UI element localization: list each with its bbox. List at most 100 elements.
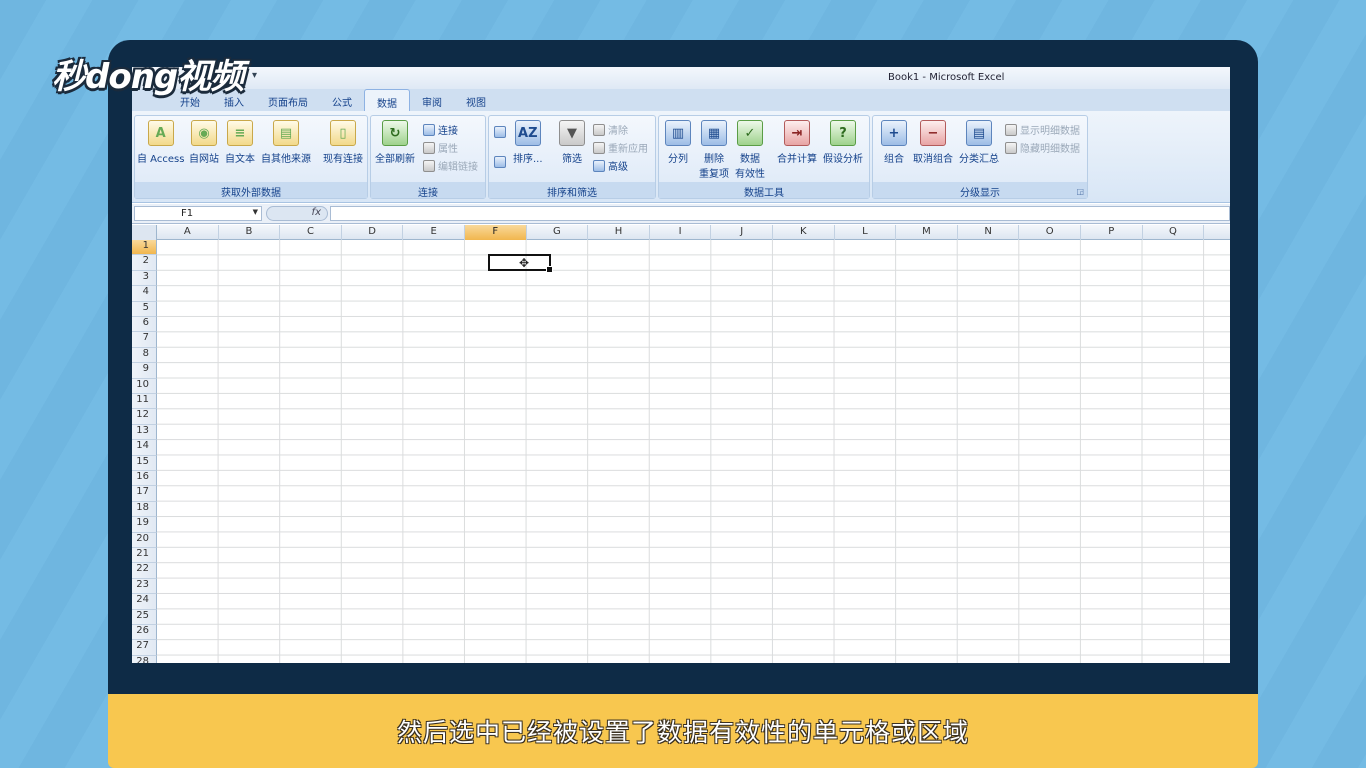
ungroup-icon: − bbox=[920, 120, 946, 146]
properties-button[interactable]: 属性 bbox=[423, 140, 458, 155]
text-file-icon: ≡ bbox=[227, 120, 253, 146]
column-header[interactable]: O bbox=[1019, 225, 1081, 240]
row-header[interactable]: 1 bbox=[132, 240, 157, 256]
existing-connections-button[interactable]: ▯ 现有连接 bbox=[323, 120, 363, 165]
group-label: 分级显示 bbox=[873, 182, 1087, 199]
subtotal-icon: ▤ bbox=[966, 120, 992, 146]
subtotal-button[interactable]: ▤ 分类汇总 bbox=[959, 120, 999, 165]
sort-button[interactable]: AZ 排序... bbox=[513, 120, 543, 165]
row-header[interactable]: 22 bbox=[132, 563, 157, 579]
column-header[interactable]: A bbox=[157, 225, 219, 240]
sort-za-icon bbox=[494, 156, 506, 168]
refresh-icon: ↻ bbox=[382, 120, 408, 146]
row-header[interactable]: 28 bbox=[132, 655, 157, 663]
tab-page-layout[interactable]: 页面布局 bbox=[256, 89, 320, 111]
filter-button[interactable]: ▼ 筛选 bbox=[559, 120, 585, 165]
column-header[interactable]: I bbox=[650, 225, 712, 240]
clear-filter-button[interactable]: 清除 bbox=[593, 122, 628, 137]
reapply-button[interactable]: 重新应用 bbox=[593, 140, 648, 155]
row-header[interactable]: 9 bbox=[132, 363, 157, 379]
column-header[interactable]: Q bbox=[1143, 225, 1205, 240]
from-other-sources-button[interactable]: ▤ 自其他来源 bbox=[261, 120, 311, 165]
sort-descending-button[interactable] bbox=[494, 156, 506, 168]
from-access-button[interactable]: A 自 Access bbox=[137, 120, 184, 165]
row-header[interactable]: 25 bbox=[132, 609, 157, 625]
row-header[interactable]: 23 bbox=[132, 578, 157, 595]
row-header[interactable]: 17 bbox=[132, 486, 157, 502]
quick-access-dropdown-icon[interactable]: ▾ bbox=[252, 70, 257, 81]
remove-duplicates-button[interactable]: ▦ 删除 重复项 bbox=[699, 120, 729, 180]
group-connections: ↻ 全部刷新 连接 属性 编辑链接 连接 bbox=[370, 115, 486, 199]
column-header[interactable]: B bbox=[219, 225, 281, 240]
site-logo: 秒dong视频 bbox=[52, 56, 244, 97]
connections-button[interactable]: 连接 bbox=[423, 122, 458, 137]
chevron-down-icon[interactable]: ▼ bbox=[253, 208, 258, 216]
row-header[interactable]: 6 bbox=[132, 317, 157, 333]
column-header[interactable]: D bbox=[342, 225, 404, 240]
row-header[interactable]: 2 bbox=[132, 255, 157, 271]
column-header[interactable]: E bbox=[403, 225, 465, 240]
excel-window: ▾ Book1 - Microsoft Excel 开始 插入 页面布局 公式 … bbox=[132, 67, 1230, 663]
column-header[interactable]: F bbox=[465, 225, 527, 240]
row-header[interactable]: 16 bbox=[132, 471, 157, 487]
row-header[interactable]: 15 bbox=[132, 455, 157, 471]
row-header[interactable]: 21 bbox=[132, 548, 157, 564]
row-header[interactable]: 5 bbox=[132, 301, 157, 317]
group-get-external-data: A 自 Access ◉ 自网站 ≡ 自文本 ▤ 自其他来源 ▯ 现有连接 获取… bbox=[134, 115, 368, 199]
formula-input[interactable] bbox=[330, 206, 1230, 221]
column-header[interactable]: L bbox=[835, 225, 897, 240]
edit-links-button[interactable]: 编辑链接 bbox=[423, 158, 478, 173]
window-title: Book1 - Microsoft Excel bbox=[888, 72, 1005, 83]
subtitle-bar: 然后选中已经被设置了数据有效性的单元格或区域 bbox=[108, 694, 1258, 768]
refresh-all-button[interactable]: ↻ 全部刷新 bbox=[375, 120, 415, 165]
row-header[interactable]: 10 bbox=[132, 378, 157, 394]
row-header[interactable]: 18 bbox=[132, 501, 157, 518]
from-text-button[interactable]: ≡ 自文本 bbox=[225, 120, 255, 165]
name-box[interactable]: F1 ▼ bbox=[134, 206, 262, 221]
group-button[interactable]: + 组合 bbox=[881, 120, 907, 165]
column-header[interactable]: P bbox=[1081, 225, 1143, 240]
row-header[interactable]: 26 bbox=[132, 625, 157, 641]
column-header[interactable]: J bbox=[711, 225, 773, 240]
column-header[interactable]: K bbox=[773, 225, 835, 240]
select-all-corner[interactable] bbox=[132, 225, 157, 240]
row-header[interactable]: 13 bbox=[132, 424, 157, 441]
what-if-analysis-button[interactable]: ? 假设分析 bbox=[823, 120, 863, 165]
column-header[interactable]: M bbox=[896, 225, 958, 240]
row-header[interactable]: 3 bbox=[132, 270, 157, 287]
consolidate-button[interactable]: ⇥ 合并计算 bbox=[777, 120, 817, 165]
reapply-icon bbox=[593, 141, 605, 154]
data-validation-button[interactable]: ✓ 数据 有效性 bbox=[735, 120, 765, 180]
insert-function-icon[interactable]: fx bbox=[266, 206, 328, 221]
hide-detail-button[interactable]: 隐藏明细数据 bbox=[1005, 140, 1080, 155]
row-header[interactable]: 20 bbox=[132, 532, 157, 548]
data-validation-icon: ✓ bbox=[737, 120, 763, 146]
sort-ascending-button[interactable] bbox=[494, 126, 506, 138]
row-header[interactable]: 12 bbox=[132, 409, 157, 425]
ungroup-button[interactable]: − 取消组合 bbox=[913, 120, 953, 165]
column-header[interactable]: H bbox=[588, 225, 650, 240]
column-header[interactable]: G bbox=[527, 225, 589, 240]
tab-view[interactable]: 视图 bbox=[454, 89, 498, 111]
cell-area[interactable]: ✥ bbox=[157, 240, 1230, 663]
row-header[interactable]: 8 bbox=[132, 347, 157, 364]
row-header[interactable]: 14 bbox=[132, 440, 157, 456]
active-cell[interactable]: ✥ bbox=[488, 254, 553, 273]
from-web-button[interactable]: ◉ 自网站 bbox=[189, 120, 219, 165]
text-to-columns-button[interactable]: ▥ 分列 bbox=[665, 120, 691, 165]
show-detail-button[interactable]: 显示明细数据 bbox=[1005, 122, 1080, 137]
tab-data[interactable]: 数据 bbox=[364, 89, 410, 111]
filter-funnel-icon: ▼ bbox=[559, 120, 585, 146]
tab-formulas[interactable]: 公式 bbox=[320, 89, 364, 111]
row-header[interactable]: 24 bbox=[132, 594, 157, 610]
row-header[interactable]: 4 bbox=[132, 286, 157, 302]
dialog-launcher-icon[interactable]: ◲ bbox=[1076, 187, 1084, 196]
column-header[interactable]: N bbox=[958, 225, 1020, 240]
row-header[interactable]: 7 bbox=[132, 332, 157, 348]
advanced-filter-button[interactable]: 高级 bbox=[593, 158, 628, 173]
tab-review[interactable]: 审阅 bbox=[410, 89, 454, 111]
row-header[interactable]: 19 bbox=[132, 517, 157, 533]
column-header[interactable]: C bbox=[280, 225, 342, 240]
row-header[interactable]: 27 bbox=[132, 640, 157, 656]
row-header[interactable]: 11 bbox=[132, 394, 157, 410]
